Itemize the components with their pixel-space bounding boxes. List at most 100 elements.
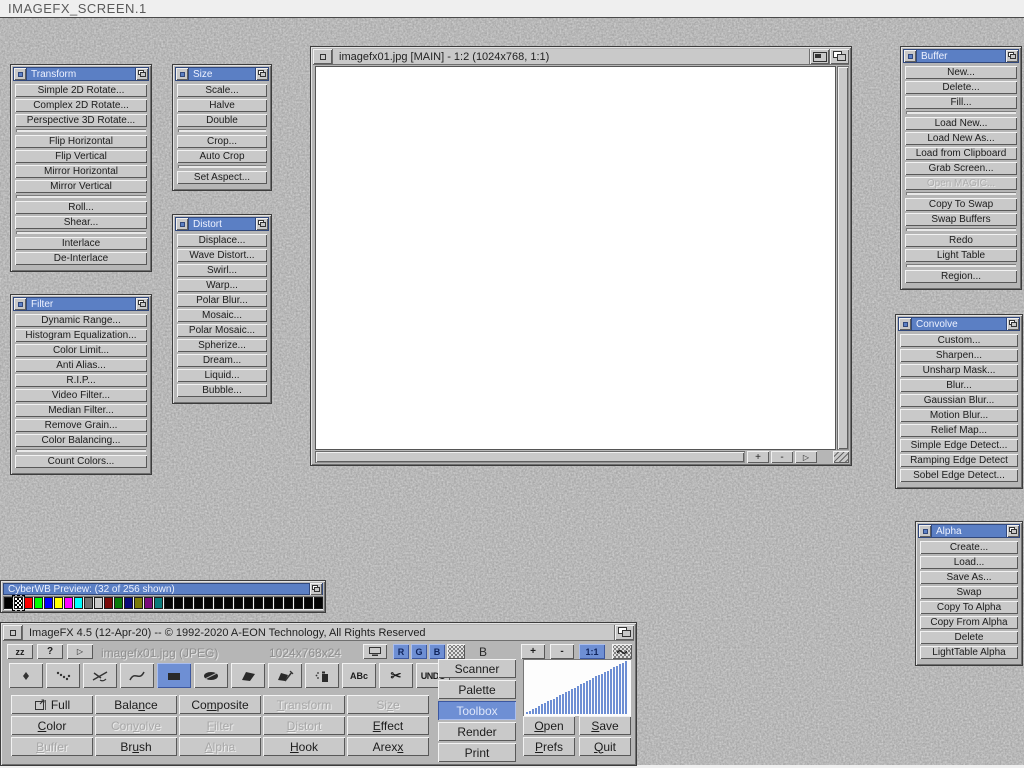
close-icon[interactable] — [14, 298, 27, 310]
alpha-button-load[interactable]: Load... — [920, 556, 1018, 569]
filter-button-r-i-p[interactable]: R.I.P... — [15, 374, 147, 387]
color-swatch-26[interactable] — [264, 597, 273, 609]
color-swatch-1[interactable] — [14, 597, 23, 609]
convolve-button-sobel-edge-detect[interactable]: Sobel Edge Detect... — [900, 469, 1018, 482]
alpha-button-copy-from-alpha[interactable]: Copy From Alpha — [920, 616, 1018, 629]
distort-button-liquid[interactable]: Liquid... — [177, 369, 267, 382]
convolve-button-simple-edge-detect[interactable]: Simple Edge Detect... — [900, 439, 1018, 452]
color-swatch-18[interactable] — [184, 597, 193, 609]
zoom-window-icon[interactable] — [809, 49, 829, 64]
screen-mode-button[interactable] — [363, 644, 387, 659]
alpha-button-delete[interactable]: Delete — [920, 631, 1018, 644]
close-icon[interactable] — [176, 218, 189, 230]
panel-distort-title-bar[interactable]: Distort — [175, 217, 269, 231]
side-button-scanner[interactable]: Scanner — [438, 659, 516, 678]
corner-button-open[interactable]: Open — [523, 716, 575, 735]
color-swatch-30[interactable] — [304, 597, 313, 609]
transform-button-simple-2d-rotate[interactable]: Simple 2D Rotate... — [15, 84, 147, 97]
color-swatch-20[interactable] — [204, 597, 213, 609]
convolve-button-custom[interactable]: Custom... — [900, 334, 1018, 347]
buffer-button-fill[interactable]: Fill... — [905, 96, 1017, 109]
distort-button-displace[interactable]: Displace... — [177, 234, 267, 247]
scissors-tool-icon[interactable]: ✂ — [379, 663, 413, 688]
panel-convolve-title-bar[interactable]: Convolve — [898, 317, 1020, 331]
image-canvas[interactable] — [315, 66, 836, 450]
screen-title-bar[interactable]: IMAGEFX_SCREEN.1 — [0, 0, 1024, 18]
distort-button-polar-blur[interactable]: Polar Blur... — [177, 294, 267, 307]
convolve-button-motion-blur[interactable]: Motion Blur... — [900, 409, 1018, 422]
color-swatch-14[interactable] — [144, 597, 153, 609]
fill-polygon-tool-icon[interactable] — [268, 663, 302, 688]
filter-button-color-limit[interactable]: Color Limit... — [15, 344, 147, 357]
color-swatch-4[interactable] — [44, 597, 53, 609]
buffer-button-delete[interactable]: Delete... — [905, 81, 1017, 94]
buffer-button-load-new-as[interactable]: Load New As... — [905, 132, 1017, 145]
depth-icon[interactable] — [135, 298, 148, 310]
convolve-button-blur[interactable]: Blur... — [900, 379, 1018, 392]
close-icon[interactable] — [919, 525, 932, 537]
color-swatch-5[interactable] — [54, 597, 63, 609]
curve-tool-icon[interactable] — [120, 663, 154, 688]
size-button-crop[interactable]: Crop... — [177, 135, 267, 148]
distort-button-polar-mosaic[interactable]: Polar Mosaic... — [177, 324, 267, 337]
filter-button-median-filter[interactable]: Median Filter... — [15, 404, 147, 417]
color-swatch-29[interactable] — [294, 597, 303, 609]
filter-button-count-colors[interactable]: Count Colors... — [15, 455, 147, 468]
line-tool-icon[interactable] — [83, 663, 117, 688]
distort-button-warp[interactable]: Warp... — [177, 279, 267, 292]
filter-button-color-balancing[interactable]: Color Balancing... — [15, 434, 147, 447]
channel-b-button[interactable]: B — [429, 644, 445, 659]
filter-button-remove-grain[interactable]: Remove Grain... — [15, 419, 147, 432]
transform-button-flip-vertical[interactable]: Flip Vertical — [15, 150, 147, 163]
grid-button-effect[interactable]: Effect — [347, 716, 429, 735]
image-window-title-bar[interactable]: imagefx01.jpg [MAIN] - 1:2 (1024x768, 1:… — [313, 49, 849, 65]
text-tool-icon[interactable]: ABc — [342, 663, 376, 688]
buffer-button-copy-to-swap[interactable]: Copy To Swap — [905, 198, 1017, 211]
filter-button-anti-alias[interactable]: Anti Alias... — [15, 359, 147, 372]
pan-button[interactable]: ▷ — [795, 451, 817, 463]
corner-button-prefs[interactable]: Prefs — [523, 737, 575, 756]
size-button-scale[interactable]: Scale... — [177, 84, 267, 97]
panel-transform-title-bar[interactable]: Transform — [13, 67, 149, 81]
transform-button-roll[interactable]: Roll... — [15, 201, 147, 214]
freehand-tool-icon[interactable] — [46, 663, 80, 688]
alpha-button-swap[interactable]: Swap — [920, 586, 1018, 599]
panel-alpha-title-bar[interactable]: Alpha — [918, 524, 1020, 538]
transform-button-perspective-3d-rotate[interactable]: Perspective 3D Rotate... — [15, 114, 147, 127]
run-button[interactable]: ▷ — [67, 644, 93, 659]
vertical-scrollbar[interactable] — [837, 66, 849, 450]
grid-button-full[interactable]: Full — [11, 695, 93, 714]
convolve-button-sharpen[interactable]: Sharpen... — [900, 349, 1018, 362]
zoom-reset-button[interactable]: 1:1 — [579, 644, 605, 659]
size-button-double[interactable]: Double — [177, 114, 267, 127]
convolve-button-relief-map[interactable]: Relief Map... — [900, 424, 1018, 437]
color-swatch-13[interactable] — [134, 597, 143, 609]
horizontal-scrollbar[interactable] — [315, 451, 745, 463]
side-button-render[interactable]: Render — [438, 722, 516, 741]
alpha-channel-button[interactable] — [447, 644, 465, 659]
distort-button-dream[interactable]: Dream... — [177, 354, 267, 367]
zoom-in-button[interactable]: + — [747, 451, 769, 463]
alpha-button-create[interactable]: Create... — [920, 541, 1018, 554]
color-swatch-17[interactable] — [174, 597, 183, 609]
depth-icon[interactable] — [255, 68, 268, 80]
buffer-button-new[interactable]: New... — [905, 66, 1017, 79]
pattern-button[interactable] — [612, 644, 632, 659]
zoom-out-button[interactable]: - — [771, 451, 793, 463]
close-icon[interactable] — [14, 68, 27, 80]
grid-button-balance[interactable]: Balance — [95, 695, 177, 714]
panel-filter-title-bar[interactable]: Filter — [13, 297, 149, 311]
depth-icon[interactable] — [1005, 50, 1018, 62]
color-swatch-8[interactable] — [84, 597, 93, 609]
color-swatch-11[interactable] — [114, 597, 123, 609]
depth-icon[interactable] — [829, 49, 849, 64]
color-swatch-27[interactable] — [274, 597, 283, 609]
depth-icon[interactable] — [1006, 525, 1019, 537]
close-icon[interactable] — [176, 68, 189, 80]
close-icon[interactable] — [904, 50, 917, 62]
help-button[interactable]: ? — [37, 644, 63, 659]
grid-button-arexx[interactable]: Arexx — [347, 737, 429, 756]
depth-icon[interactable] — [309, 583, 322, 595]
color-swatch-2[interactable] — [24, 597, 33, 609]
side-button-palette[interactable]: Palette — [438, 680, 516, 699]
